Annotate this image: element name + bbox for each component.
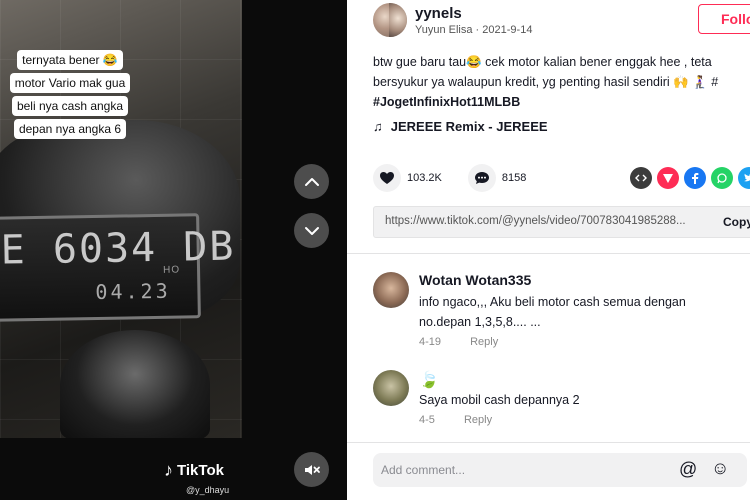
engagement-stats: 103.2K 8158 — [373, 164, 552, 192]
mute-button[interactable] — [294, 452, 329, 487]
previous-video-button[interactable] — [294, 164, 329, 199]
like-count: 103.2K — [407, 172, 442, 184]
video-description: btw gue baru tau😂 cek motor kalian bener… — [373, 52, 750, 112]
facebook-icon[interactable] — [684, 167, 706, 189]
author-avatar[interactable] — [373, 3, 407, 37]
video-link-box: https://www.tiktok.com/@yynels/video/700… — [373, 206, 750, 238]
tiktok-note-icon: ♪ — [164, 460, 173, 480]
chevron-down-icon — [304, 226, 319, 235]
comment-count: 8158 — [501, 172, 527, 184]
emoji-icon[interactable]: ☺ — [711, 458, 729, 479]
comment-meta: 4-5 Reply — [419, 414, 749, 426]
video-player[interactable]: HO E 6034 DB 04.23 ternyata bener 😂 moto… — [0, 0, 347, 500]
description-line: bersyukur ya walaupun kredit, yg penting… — [373, 75, 719, 89]
music-title[interactable]: JEREEE Remix - JEREEE — [391, 119, 548, 134]
author-row[interactable]: yynels Yuyun Elisa · 2021-9-14 — [373, 2, 532, 38]
caption-line: depan nya angka 6 — [13, 119, 127, 139]
caption-line: beli nya cash angka — [11, 96, 129, 116]
comment-text: no.depan 1,3,5,8.... ... — [419, 315, 541, 329]
info-panel: yynels Yuyun Elisa · 2021-9-14 Follo btw… — [347, 0, 750, 500]
share-icons — [630, 167, 750, 189]
reply-button[interactable]: Reply — [470, 336, 498, 348]
reply-button[interactable]: Reply — [464, 414, 492, 426]
comment-text: Saya mobil cash depannya 2 — [419, 393, 580, 407]
author-subline: Yuyun Elisa · 2021-9-14 — [415, 24, 532, 36]
author-display-name: Yuyun Elisa — [415, 23, 473, 36]
tiktok-watermark: ♪ TikTok — [164, 460, 224, 481]
embed-icon[interactable] — [630, 167, 652, 189]
like-button[interactable] — [373, 164, 401, 192]
mention-icon[interactable]: @ — [679, 459, 697, 480]
plate-number: E 6034 DB — [0, 223, 236, 274]
video-url[interactable]: https://www.tiktok.com/@yynels/video/700… — [385, 215, 686, 227]
caption-line: ternyata bener 😂 — [17, 50, 123, 70]
follow-button[interactable]: Follo — [698, 4, 750, 34]
license-plate: HO E 6034 DB 04.23 — [0, 213, 236, 322]
music-note-icon: ♫ — [373, 119, 383, 134]
heart-icon — [380, 172, 394, 184]
video-frame[interactable]: HO E 6034 DB 04.23 ternyata bener 😂 moto… — [0, 0, 242, 438]
copy-link-button[interactable]: Copy — [723, 215, 750, 229]
watermark-handle: @y_dhayu — [186, 485, 230, 495]
commenter-name[interactable]: 🍃 — [419, 370, 749, 390]
description-line: btw gue baru tau😂 cek motor kalian bener… — [373, 55, 712, 69]
speaker-muted-icon — [304, 464, 320, 475]
commenter-name[interactable]: Wotan Wotan335 — [419, 272, 749, 292]
comment-meta: 4-19 Reply — [419, 336, 749, 348]
author-username[interactable]: yynels — [415, 5, 532, 22]
plate-expiry: 04.23 — [95, 278, 171, 305]
twitter-icon[interactable] — [738, 167, 750, 189]
comment-body: 🍃 Saya mobil cash depannya 2 4-5 Reply — [419, 370, 749, 426]
whatsapp-icon[interactable] — [711, 167, 733, 189]
comment-bar: Add comment... @ ☺ — [347, 442, 750, 500]
comment-bubble-icon — [474, 172, 489, 184]
comment-button[interactable] — [467, 164, 496, 192]
send-to-friends-icon[interactable] — [657, 167, 679, 189]
section-divider — [347, 253, 750, 254]
commenter-avatar[interactable] — [373, 272, 409, 308]
chevron-up-icon — [304, 177, 319, 186]
author-info: yynels Yuyun Elisa · 2021-9-14 — [415, 5, 532, 36]
separator: · — [475, 23, 480, 36]
tiktok-wordmark: TikTok — [177, 462, 224, 479]
commenter-avatar[interactable] — [373, 370, 409, 406]
comment-date: 4-5 — [419, 414, 435, 426]
music-link[interactable]: ♫ JEREEE Remix - JEREEE — [373, 119, 548, 134]
comment-body: Wotan Wotan335 info ngaco,,, Aku beli mo… — [419, 272, 749, 348]
post-date: 2021-9-14 — [482, 23, 533, 36]
motorcycle-wheel — [60, 330, 210, 438]
hashtag-link[interactable]: #JogetInfinixHot11MLBB — [373, 92, 750, 112]
comment-text: info ngaco,,, Aku beli motor cash semua … — [419, 295, 686, 309]
comment-placeholder: Add comment... — [381, 463, 466, 477]
comment-date: 4-19 — [419, 336, 442, 348]
comment-input[interactable]: Add comment... @ ☺ — [373, 453, 747, 487]
next-video-button[interactable] — [294, 213, 329, 248]
video-caption: ternyata bener 😂 motor Vario mak gua bel… — [4, 50, 136, 142]
caption-line: motor Vario mak gua — [9, 73, 131, 93]
